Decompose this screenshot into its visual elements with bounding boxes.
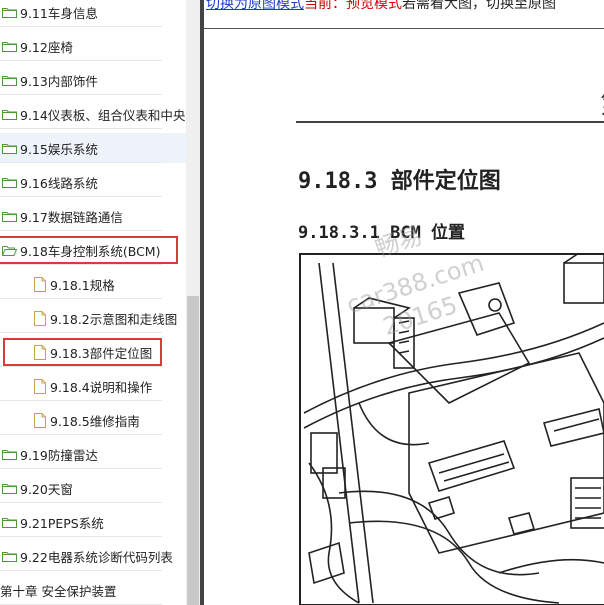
folder-icon [2,7,17,18]
tree-item-label: 9.20天窗 [20,481,73,497]
tree-item-label: 9.18.5维修指南 [50,413,140,429]
folder-icon [2,41,17,52]
folder-icon [2,177,17,188]
tree-item-label: 9.12座椅 [20,39,73,55]
tree-row-divider [0,128,162,129]
tree-item-label: 9.15娱乐系统 [20,141,98,157]
tree-row-divider [0,60,162,61]
folder-icon [2,483,17,494]
tree-row-divider [0,26,162,27]
tree-item-label: 9.11车身信息 [20,5,98,21]
highlight-box [3,338,162,366]
tree-item[interactable]: 9.17数据链路通信 [0,201,186,231]
tree-item-label: 9.16线路系统 [20,175,98,191]
tree-item-label: 9.18.4说明和操作 [50,379,153,395]
preview-mode-label: 当前：预览模式 [304,0,402,12]
chapter-tree: 9.11车身信息 9.12座椅 9.13内部饰件 9.14仪表板、组合仪表和中央 9.1… [0,0,186,605]
tree-row-divider [0,196,162,197]
tree-item[interactable]: 9.20天窗 [0,473,186,503]
tree-row-divider [0,264,162,265]
tree-row-divider [0,570,162,571]
tree-item-label: 9.17数据链路通信 [20,209,123,225]
section-title: 9.18.3 部件定位图 [298,169,501,194]
switch-original-link[interactable]: 切换为原图模式 [206,0,304,12]
tree-row-divider [0,162,162,163]
tree-item[interactable]: 9.11车身信息 [0,0,186,27]
notice-hint-text: 若需看大图，切换至原图 [402,0,556,12]
page-icon [34,310,46,326]
tree-row-divider [0,94,162,95]
tree-item-label: 9.22电器系统诊断代码列表 [20,549,173,565]
folder-icon [2,517,17,528]
folder-icon [2,75,17,86]
view-mode-notice: 切换为原图模式当前：预览模式若需看大图，切换至原图 [206,0,556,13]
header-rule [296,121,604,123]
folder-icon [2,449,17,460]
tree-item-label: 9.19防撞雷达 [20,447,98,463]
chapter-heading-fragment: 第 [600,84,604,121]
tree-item-label: 9.21PEPS系统 [20,515,104,531]
tree-item[interactable]: 9.14仪表板、组合仪表和中央 [0,99,186,129]
tree-item-label: 第十章 安全保护装置 [0,583,117,599]
tree-scrollbar-thumb[interactable] [187,296,199,605]
folder-icon [2,109,17,120]
tree-item[interactable]: 9.15娱乐系统 [0,133,186,163]
tree-item-label: 9.14仪表板、组合仪表和中央 [20,107,186,123]
tree-row-divider [0,400,162,401]
tree-row-divider [0,468,162,469]
tree-item[interactable]: 9.12座椅 [0,31,186,61]
tree-item[interactable]: 9.18.4说明和操作 [0,371,186,401]
tree-item[interactable]: 第十章 安全保护装置 [0,575,186,605]
tree-row-divider [0,434,162,435]
tree-item-label: 9.18.1规格 [50,277,115,293]
tree-item[interactable]: 9.22电器系统诊断代码列表 [0,541,186,571]
tree-row-divider [0,502,162,503]
tree-item[interactable]: 9.19防撞雷达 [0,439,186,469]
tree-row-divider [0,230,162,231]
page-icon [34,412,46,428]
frame-line [204,28,604,29]
tree-item[interactable]: 9.18.1规格 [0,269,186,299]
tree-row-divider [0,366,162,367]
folder-icon [2,143,17,154]
folder-icon [2,211,17,222]
tree-item-label: 9.13内部饰件 [20,73,98,89]
page-icon [34,378,46,394]
tree-item-label: 9.18.2示意图和走线图 [50,311,178,327]
tree-item[interactable]: 9.18.2示意图和走线图 [0,303,186,333]
tree-row-divider [0,298,162,299]
tree-item[interactable]: 9.16线路系统 [0,167,186,197]
highlight-box [0,236,178,264]
tree-row-divider [0,332,162,333]
tree-item[interactable]: 9.18.5维修指南 [0,405,186,435]
tree-item[interactable]: 9.13内部饰件 [0,65,186,95]
tree-item[interactable]: 9.21PEPS系统 [0,507,186,537]
folder-icon [2,551,17,562]
document-view: 切换为原图模式当前：预览模式若需看大图，切换至原图 第 9.18.3 部件定位图… [204,0,604,605]
tree-row-divider [0,536,162,537]
page-icon [34,276,46,292]
